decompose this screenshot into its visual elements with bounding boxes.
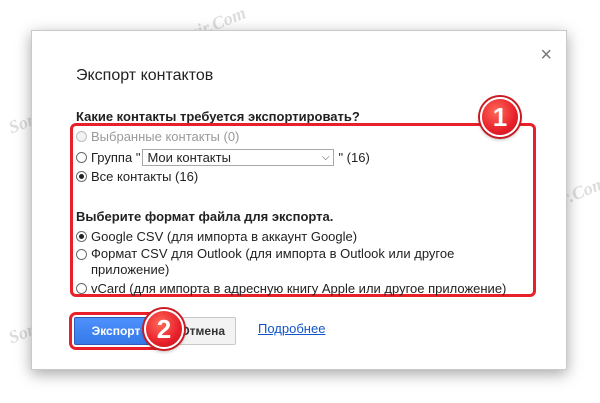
option-vcard[interactable]: vCard (для импорта в адресную книгу Appl… (76, 281, 506, 296)
chevron-down-icon: ⌵ (321, 152, 330, 163)
option-label: Выбранные контакты (0) (91, 129, 240, 144)
annotation-badge-1: 1 (480, 97, 520, 137)
radio-group[interactable] (76, 152, 87, 163)
export-contacts-dialog: × Экспорт контактов Какие контакты требу… (31, 30, 567, 370)
option-label: " (16) (338, 150, 370, 165)
close-icon[interactable]: × (540, 45, 552, 65)
option-label: Формат CSV для Outlook (для импорта в Ou… (91, 246, 455, 277)
radio-selected-contacts[interactable] (76, 131, 87, 142)
screenshot-stage: Soringpcrepair.Com Soringpcrepair.Com So… (0, 0, 600, 403)
radio-all-contacts[interactable] (76, 171, 87, 182)
which-contacts-label: Какие контакты требуется экспортировать? (76, 109, 360, 124)
option-label: Google CSV (для импорта в аккаунт Google… (91, 229, 358, 244)
radio-google-csv[interactable] (76, 231, 87, 242)
annotation-badge-2: 2 (144, 309, 184, 349)
dialog-title: Экспорт контактов (76, 67, 214, 84)
group-select-value: Мои контакты (147, 150, 231, 165)
option-all-contacts[interactable]: Все контакты (16) (76, 169, 198, 184)
option-google-csv[interactable]: Google CSV (для импорта в аккаунт Google… (76, 229, 357, 244)
option-selected-contacts[interactable]: Выбранные контакты (0) (76, 129, 239, 144)
option-label: vCard (для импорта в адресную книгу Appl… (91, 281, 507, 296)
group-select[interactable]: Мои контакты ⌵ (142, 149, 335, 166)
radio-outlook-csv[interactable] (76, 249, 87, 260)
option-outlook-csv[interactable]: Формат CSV для Outlook (для импорта в Ou… (76, 246, 506, 278)
file-format-label: Выберите формат файла для экспорта. (76, 209, 334, 224)
option-label: Группа " (91, 150, 141, 165)
more-info-link[interactable]: Подробнее (258, 321, 325, 336)
option-label: Все контакты (16) (91, 169, 199, 184)
radio-vcard[interactable] (76, 283, 87, 294)
option-group[interactable]: Группа " Мои контакты ⌵ " (16) (76, 149, 370, 166)
